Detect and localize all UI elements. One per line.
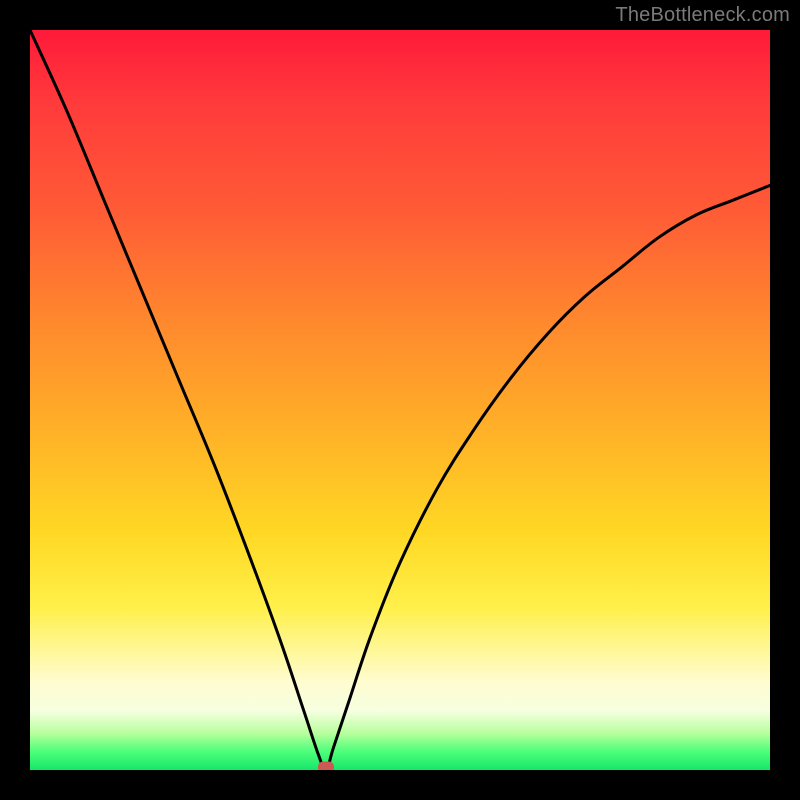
chart-frame: TheBottleneck.com xyxy=(0,0,800,800)
curve-svg xyxy=(30,30,770,770)
minimum-marker xyxy=(318,762,334,771)
plot-area xyxy=(30,30,770,770)
bottleneck-curve xyxy=(30,30,770,770)
watermark-text: TheBottleneck.com xyxy=(615,4,790,27)
